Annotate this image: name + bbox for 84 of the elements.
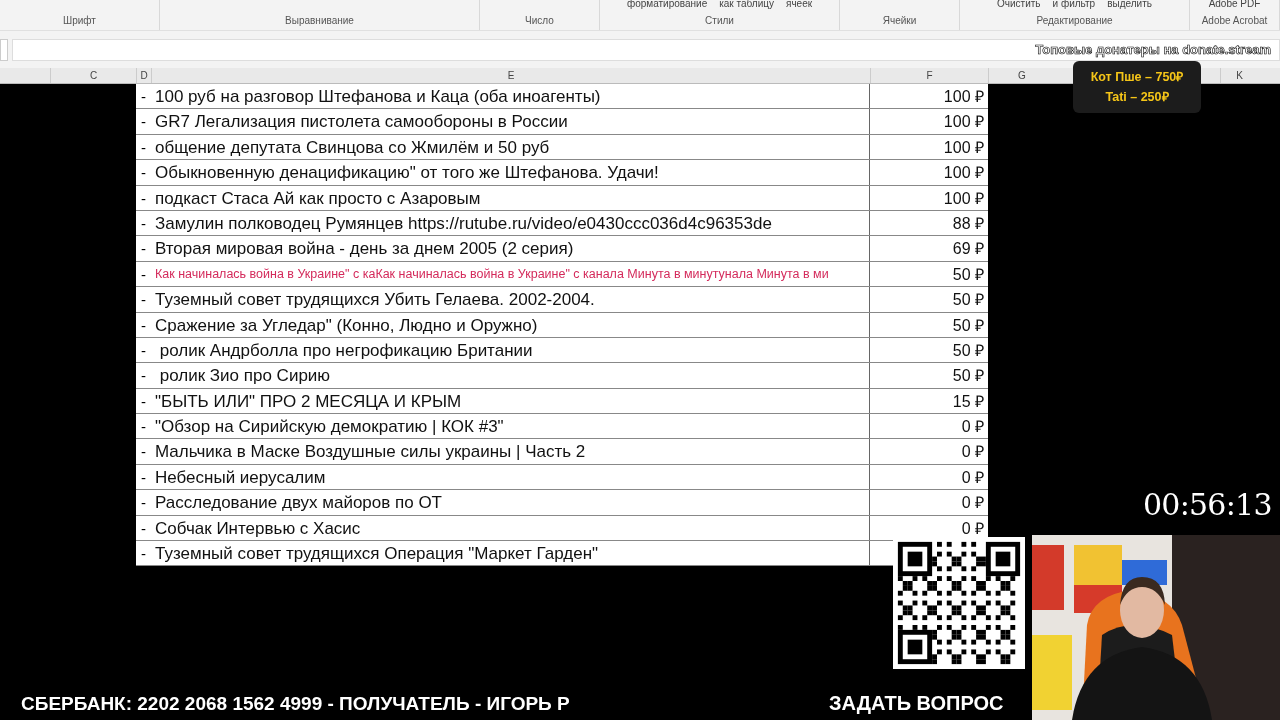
table-cell-text: - (140, 467, 147, 488)
table-cell: Вторая мировая война - день за днем 2005 (2 серия) (151, 236, 870, 261)
table-cell-text: - (140, 239, 147, 260)
table-cell: Мальчика в Маске Воздушные силы украины | Часть 2 (151, 439, 870, 464)
table-cell-text: - (140, 518, 147, 539)
table-cell: Небесный иерусалим (151, 464, 870, 490)
ribbon-group-label: Ячейки (882, 15, 917, 27)
table-cell: общение депутата Свинцова со Жмилём и 50 руб (151, 134, 870, 160)
table-cell-text: 100 ₽ (942, 188, 985, 209)
donor-entry: Кот Пше – 750₽ (1090, 69, 1184, 86)
table-cell: Расследование двух майоров по ОТ (151, 490, 870, 515)
table-cell-text: - (140, 112, 147, 133)
table-cell: "Обзор на Сирийскую демократию | КОК #3" (151, 414, 870, 439)
table-cell-text: 100 ₽ (942, 87, 985, 107)
table-cell-text: - (140, 264, 147, 285)
table-cell: GR7 Легализация пистолета самообороны в России (151, 109, 870, 134)
table-cell: Собчак Интервью с Хасис (151, 515, 870, 541)
ribbon-button[interactable]: и фильтр (1052, 0, 1096, 9)
table-cell: Сражение за Угледар" (Конно, Людно и Оружно) (151, 312, 870, 337)
column-header[interactable]: K (1220, 68, 1258, 83)
table-cell: 100 руб на разговор Штефанова и Каца (оба иноагенты) (151, 84, 870, 109)
formula-field[interactable]: Топовые донатеры на donate.stream (12, 38, 1280, 61)
bank-details: СБЕРБАНК: 2202 2068 1562 4999 - ПОЛУЧАТЕЛЬ - ИГОРЬ Р (21, 692, 570, 716)
ribbon-group-label: Число (525, 15, 554, 27)
ribbon-button[interactable]: выделить (1107, 0, 1152, 9)
stream-timer: 00:56:13 (1143, 486, 1272, 524)
table-cell: Туземный совет трудящихся Операция "Маркет Гарден" (151, 541, 870, 566)
table-cell-text: 100 ₽ (942, 163, 985, 184)
table-cell-text: 100 ₽ (942, 112, 985, 133)
table-cell-text: 0 ₽ (960, 417, 985, 438)
table-cell-text: 0 ₽ (960, 442, 985, 463)
table-cell-text: - (140, 290, 147, 311)
table-cell-text: 50 ₽ (951, 264, 985, 285)
ask-question-label: ЗАДАТЬ ВОПРОС (829, 691, 1004, 716)
table-cell: "БЫТЬ ИЛИ" ПРО 2 МЕСЯЦА И КРЫМ (151, 388, 870, 414)
table-cell-text: - (140, 315, 147, 336)
table-cell-text: 0 ₽ (960, 493, 985, 514)
table-cell-text: 0 ₽ (960, 518, 985, 539)
ribbon-group-label: Выравнивание (285, 15, 354, 27)
column-header[interactable]: F (870, 68, 988, 83)
ribbon-group-label: Редактирование (1036, 15, 1113, 27)
table-cell-text: - (140, 493, 147, 514)
table-cell-text: 88 ₽ (951, 213, 985, 234)
column-header[interactable]: G (988, 68, 1055, 83)
table-cell: Туземный совет трудящихся Убить Гелаева. 2002-2004. (151, 287, 870, 312)
table-cell: Обыкновенную денацификацию" от того же Штефанова. Удачи! (151, 160, 870, 185)
table-cell-text: - (140, 188, 147, 209)
table-cell-text: - (140, 137, 147, 158)
table-cell-text: 100 ₽ (942, 137, 985, 158)
donor-entry: Tati – 250₽ (1105, 89, 1169, 106)
table-cell-text: - (140, 340, 147, 361)
table-cell-text: - (140, 163, 147, 184)
table-cell: ролик Андрболла про негрофикацию Британии (151, 337, 870, 363)
table-cell-text: - (140, 366, 147, 387)
ribbon-group-label: Стили (705, 15, 734, 27)
table-cell-text: 15 ₽ (951, 391, 985, 412)
ribbon-button[interactable]: форматирование (626, 0, 708, 9)
ribbon-button[interactable]: Очистить (997, 0, 1041, 9)
table-cell-text: - (140, 544, 147, 565)
table-cell-text: 69 ₽ (951, 239, 985, 260)
table-cell: Как начиналась война в Украине" с каКак начиналась война в Украине" с канала Минута в минутунала Минута в ми (151, 261, 870, 287)
table-cell-text: - (140, 417, 147, 438)
table-cell-text: 50 ₽ (951, 315, 985, 336)
table-cell-text: 50 ₽ (951, 366, 985, 387)
table-cell-text: 50 ₽ (951, 290, 985, 311)
ribbon-button[interactable]: ячеек (785, 0, 813, 9)
table-cell: Замулин полководец Румянцев https://rutube.ru/video/e0430ccc036d4c96353de (151, 210, 870, 236)
ribbon-group-label: Шрифт (63, 15, 96, 27)
ribbon-button[interactable]: как таблицу (719, 0, 774, 9)
table-cell-text: - (140, 213, 147, 234)
name-box[interactable] (0, 38, 8, 61)
column-header[interactable]: C (50, 68, 136, 83)
ribbon-group-label: Adobe Acrobat (1201, 15, 1268, 27)
table-cell-text: 0 ₽ (960, 467, 985, 488)
column-header[interactable]: E (151, 68, 870, 83)
overlay-title: Топовые донатеры на donate.stream (1035, 40, 1271, 60)
table-cell: подкаст Стаса Ай как просто с Азаровым (151, 185, 870, 210)
table-cell-text: - (140, 87, 147, 107)
table-cell: ролик Зио про Сирию (151, 363, 870, 388)
table-cell-text: - (140, 391, 147, 412)
column-header[interactable]: D (136, 68, 151, 83)
table-cell-text: 50 ₽ (951, 340, 985, 361)
table-cell-text: - (140, 442, 147, 463)
ribbon-button[interactable]: Adobe PDF (1208, 0, 1261, 9)
